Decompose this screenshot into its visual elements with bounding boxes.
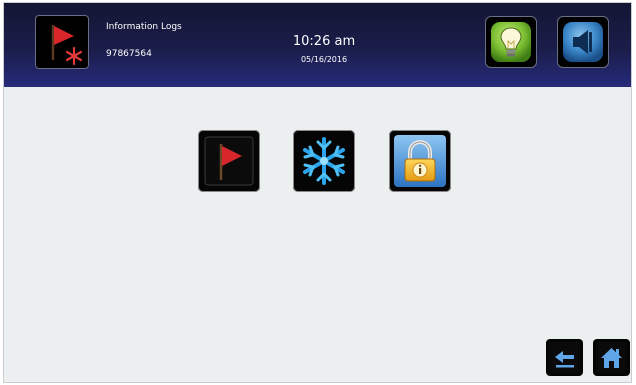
light-button[interactable] bbox=[485, 16, 537, 68]
header-bar: Information Logs 97867564 10:26 am 05/16… bbox=[4, 3, 631, 87]
back-button[interactable] bbox=[546, 339, 583, 376]
defrost-log-button[interactable] bbox=[293, 130, 355, 192]
sound-button[interactable] bbox=[557, 16, 609, 68]
mode-button[interactable] bbox=[35, 15, 89, 69]
security-log-button[interactable] bbox=[389, 130, 451, 192]
flag-snowflake-icon bbox=[51, 25, 83, 66]
screen: Information Logs 97867564 10:26 am 05/16… bbox=[3, 2, 632, 383]
alarm-log-button[interactable] bbox=[198, 130, 260, 192]
lightbulb-icon bbox=[491, 22, 531, 62]
snowflake-icon bbox=[297, 134, 351, 188]
back-arrow-icon bbox=[549, 342, 580, 373]
padlock-info-icon bbox=[394, 135, 446, 187]
clock-time: 10:26 am bbox=[292, 34, 356, 49]
home-button[interactable] bbox=[593, 339, 630, 376]
page-title: Information Logs bbox=[106, 22, 182, 32]
serial-number: 97867564 bbox=[106, 49, 152, 59]
clock-date: 05/16/2016 bbox=[300, 55, 348, 64]
speaker-icon bbox=[563, 22, 603, 62]
red-flag-icon bbox=[204, 136, 254, 186]
home-icon bbox=[596, 342, 627, 373]
